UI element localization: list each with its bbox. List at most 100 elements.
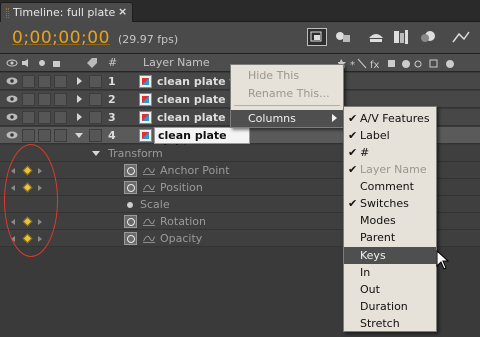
tab-bar: Timeline: full plate ×	[0, 0, 480, 22]
submenu-item-switches[interactable]: ✔ Switches	[344, 195, 436, 212]
menu-item-label: Hide This	[248, 69, 300, 82]
graph-editor-icon[interactable]	[451, 28, 471, 46]
checkmark-icon: ✔	[348, 112, 358, 125]
lock-toggle[interactable]	[54, 129, 67, 142]
eye-icon[interactable]	[6, 131, 18, 139]
motion-blur-icon[interactable]	[418, 28, 438, 46]
solo-toggle[interactable]	[38, 129, 51, 142]
menu-item-label: Columns	[248, 112, 296, 125]
graph-icon[interactable]	[143, 233, 155, 243]
audio-toggle[interactable]	[22, 111, 35, 124]
submenu-item-label: Keys	[360, 249, 386, 262]
layer-name-edit-field[interactable]: clean plate right	[154, 127, 250, 155]
av-features-header-icons	[6, 59, 60, 67]
tab-timeline[interactable]: Timeline: full plate ×	[0, 2, 133, 22]
frame-blending-icon[interactable]	[391, 28, 411, 46]
annotation-circle	[4, 144, 58, 257]
graph-icon[interactable]	[143, 165, 155, 175]
submenu-item-number[interactable]: ✔ #	[344, 144, 436, 161]
submenu-item-comment[interactable]: Comment	[344, 178, 436, 195]
submenu-item-out[interactable]: Out	[344, 281, 436, 298]
expand-triangle-icon[interactable]	[77, 77, 82, 85]
label-swatch[interactable]	[89, 111, 102, 124]
menu-item-hide-this[interactable]: Hide This	[231, 67, 343, 84]
checkmark-icon: ✔	[348, 146, 358, 159]
submenu-item-keys[interactable]: Keys	[344, 247, 436, 264]
property-name: Anchor Point	[160, 164, 230, 177]
link-icon[interactable]	[126, 201, 134, 209]
panel-grip-icon[interactable]	[6, 8, 9, 18]
submenu-item-label: #	[360, 146, 370, 159]
submenu-item-label: Out	[360, 283, 380, 296]
submenu-item-label[interactable]: ✔ Label	[344, 127, 436, 144]
mouse-cursor-icon	[436, 250, 450, 270]
submenu-item-label: Duration	[360, 300, 408, 313]
footage-thumbnail-icon	[139, 129, 152, 142]
lock-toggle[interactable]	[54, 93, 67, 106]
submenu-item-duration[interactable]: Duration	[344, 298, 436, 315]
layer-name[interactable]: clean plate le	[157, 111, 241, 124]
draft-3d-icon[interactable]	[366, 28, 386, 46]
lock-toggle[interactable]	[54, 75, 67, 88]
eye-icon[interactable]	[6, 95, 18, 103]
columns-submenu: ✔ A/V Features ✔ Label ✔ # ✔ Layer Name …	[343, 106, 437, 332]
graph-icon[interactable]	[143, 216, 155, 226]
property-name: Scale	[140, 198, 170, 211]
graph-icon[interactable]	[143, 182, 155, 192]
menu-item-rename-this[interactable]: Rename This...	[231, 85, 343, 102]
audio-toggle[interactable]	[22, 93, 35, 106]
submenu-item-label: In	[360, 266, 371, 279]
tab-title: Timeline: full plate	[13, 6, 116, 19]
submenu-item-layer-name[interactable]: ✔ Layer Name	[344, 161, 436, 178]
label-swatch[interactable]	[89, 129, 102, 142]
switches-header-icons: * fx	[338, 58, 454, 69]
submenu-item-label: Parent	[360, 231, 396, 244]
solo-toggle[interactable]	[38, 75, 51, 88]
eye-icon[interactable]	[6, 77, 18, 85]
label-swatch[interactable]	[89, 93, 102, 106]
collapse-triangle-icon[interactable]	[75, 133, 83, 138]
footage-thumbnail-icon	[139, 93, 152, 106]
submenu-item-modes[interactable]: Modes	[344, 212, 436, 229]
footage-thumbnail-icon	[139, 75, 152, 88]
checkmark-icon: ✔	[348, 197, 358, 210]
submenu-item-in[interactable]: In	[344, 264, 436, 281]
stopwatch-icon[interactable]	[124, 181, 137, 194]
timeline-toolbar: 0;00;00;00 (29.97 fps)	[0, 22, 480, 54]
submenu-item-stretch[interactable]: Stretch	[344, 315, 436, 332]
close-icon[interactable]: ×	[118, 5, 127, 18]
solo-toggle[interactable]	[38, 111, 51, 124]
live-update-icon[interactable]	[333, 28, 353, 46]
expand-triangle-icon[interactable]	[77, 95, 82, 103]
submenu-item-label: Stretch	[360, 317, 400, 330]
checkmark-icon: ✔	[348, 163, 358, 176]
submenu-item-av-features[interactable]: ✔ A/V Features	[344, 110, 436, 127]
checkmark-icon: ✔	[348, 129, 358, 142]
svg-text:fx: fx	[370, 60, 380, 69]
layer-number: 1	[108, 75, 116, 88]
menu-item-columns[interactable]: Columns	[231, 110, 343, 127]
eye-icon[interactable]	[6, 113, 18, 121]
expand-triangle-icon[interactable]	[77, 113, 82, 121]
current-time-display[interactable]: 0;00;00;00	[12, 28, 110, 48]
solo-toggle[interactable]	[38, 93, 51, 106]
label-swatch[interactable]	[89, 75, 102, 88]
submenu-item-parent[interactable]: Parent	[344, 229, 436, 246]
comp-mini-flowchart-icon[interactable]	[307, 28, 327, 46]
property-name: Position	[160, 181, 203, 194]
lock-toggle[interactable]	[54, 111, 67, 124]
stopwatch-icon[interactable]	[124, 215, 137, 228]
audio-toggle[interactable]	[22, 75, 35, 88]
number-column-header[interactable]: #	[108, 56, 117, 69]
label-tag-icon	[87, 58, 97, 68]
stopwatch-icon[interactable]	[124, 164, 137, 177]
footage-thumbnail-icon	[139, 111, 152, 124]
layer-name-column-header[interactable]: Layer Name	[143, 56, 210, 69]
stopwatch-icon[interactable]	[124, 232, 137, 245]
submenu-item-label: Switches	[360, 197, 409, 210]
property-name: Opacity	[160, 232, 203, 245]
submenu-item-label: Label	[360, 129, 390, 142]
layer-number: 2	[108, 93, 116, 106]
audio-toggle[interactable]	[22, 129, 35, 142]
collapse-triangle-icon[interactable]	[92, 151, 100, 156]
